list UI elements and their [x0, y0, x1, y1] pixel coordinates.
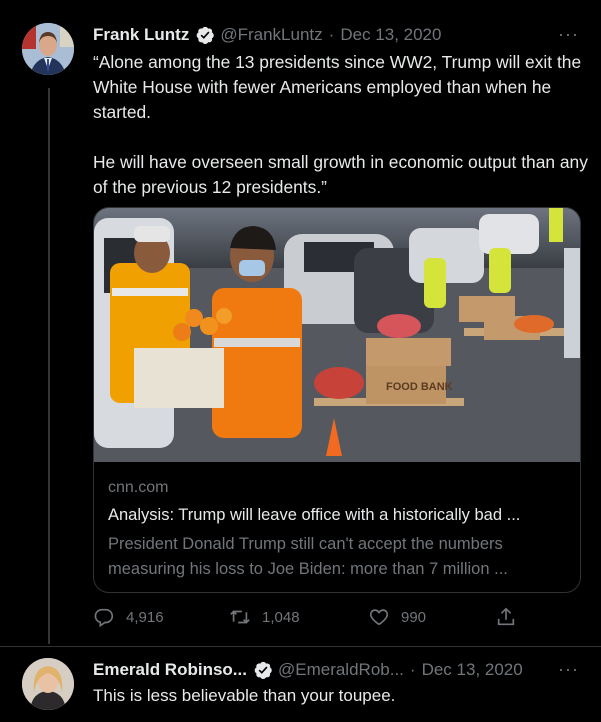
tweet-paragraph: He will have overseen small growth in ec… [93, 152, 588, 197]
link-card[interactable]: FOOD BANK cnn.com Analysis: Trump will l… [93, 207, 581, 593]
reply-author-handle[interactable]: @EmeraldRob... [278, 660, 404, 680]
retweet-icon [230, 610, 250, 624]
more-icon[interactable]: ··· [558, 24, 579, 45]
reply-count: 4,916 [126, 608, 164, 626]
reply-date[interactable]: Dec 13, 2020 [422, 660, 523, 680]
like-count: 990 [401, 608, 427, 626]
reply-header: Emerald Robinso... @EmeraldRob... · Dec … [93, 658, 523, 682]
reply-button[interactable]: 4,916 [93, 606, 164, 628]
author-name[interactable]: Frank Luntz [93, 25, 189, 45]
reply-author-avatar[interactable] [22, 658, 74, 710]
tweet-date[interactable]: Dec 13, 2020 [340, 25, 441, 45]
tweet-paragraph: “Alone among the 13 presidents since WW2… [93, 52, 582, 122]
retweet-button[interactable]: 1,048 [229, 606, 300, 628]
tweet-header: Frank Luntz @FrankLuntz · Dec 13, 2020 [93, 23, 441, 47]
verified-badge-icon [253, 660, 273, 680]
tweet-text: “Alone among the 13 presidents since WW2… [93, 50, 588, 200]
more-icon[interactable]: ··· [558, 659, 579, 680]
share-icon [497, 607, 515, 626]
tweet-divider [0, 646, 601, 647]
separator-dot: · [328, 25, 335, 44]
card-image: FOOD BANK [94, 208, 580, 462]
card-description: President Donald Trump still can't accep… [108, 535, 508, 578]
card-title[interactable]: Analysis: Trump will leave office with a… [108, 506, 520, 525]
card-domain: cnn.com [108, 479, 169, 496]
author-handle[interactable]: @FrankLuntz [220, 25, 322, 45]
box-label: FOOD BANK [386, 381, 453, 393]
reply-text: This is less believable than your toupee… [93, 686, 396, 705]
author-avatar[interactable] [22, 23, 74, 75]
separator-dot: · [409, 660, 416, 679]
retweet-count: 1,048 [262, 608, 300, 626]
reply-icon [94, 608, 114, 628]
like-icon [369, 609, 389, 626]
verified-badge-icon [195, 25, 215, 45]
like-button[interactable]: 990 [368, 606, 426, 628]
reply-author-name[interactable]: Emerald Robinso... [93, 660, 247, 680]
tweet-actions: 4,916 1,048 990 [93, 606, 515, 632]
thread-line [48, 88, 50, 644]
share-button[interactable] [495, 606, 528, 628]
